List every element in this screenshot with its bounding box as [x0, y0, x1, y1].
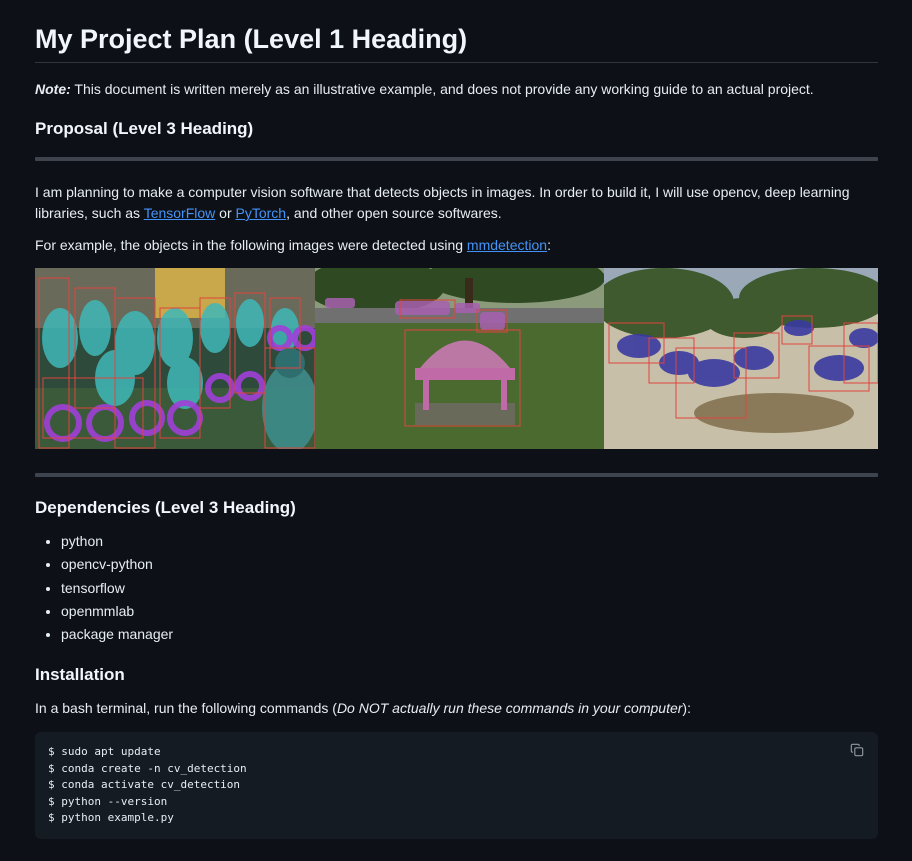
installation-intro-end: ):	[682, 700, 691, 716]
pytorch-link[interactable]: PyTorch	[236, 205, 287, 221]
horizontal-rule-2	[35, 473, 878, 477]
dependencies-heading: Dependencies (Level 3 Heading)	[35, 498, 296, 517]
installation-heading: Installation	[35, 665, 125, 684]
horizontal-rule	[35, 157, 878, 161]
dependencies-list: python opencv-python tensorflow openmmla…	[35, 531, 173, 647]
cyclists-detection-image	[35, 268, 315, 449]
example-colon: :	[547, 237, 551, 253]
example-text: For example, the objects in the followin…	[35, 237, 467, 253]
proposal-paragraph: I am planning to make a computer vision …	[35, 182, 878, 224]
code-line: $ python example.py	[48, 811, 174, 825]
code-line: $ sudo apt update	[48, 745, 161, 758]
note-label: Note:	[35, 81, 71, 97]
list-item: opencv-python	[61, 554, 173, 577]
code-line: $ conda create -n cv_detection	[48, 761, 247, 775]
mmdetection-link[interactable]: mmdetection	[467, 237, 547, 253]
bench-detection-image	[315, 268, 604, 449]
detection-examples-image	[35, 268, 878, 449]
example-paragraph: For example, the objects in the followin…	[35, 235, 878, 256]
list-item: tensorflow	[61, 578, 173, 601]
code-block[interactable]: $ sudo apt update $ conda create -n cv_d…	[35, 732, 878, 839]
list-item: python	[61, 531, 173, 554]
list-item: openmmlab	[61, 601, 173, 624]
code-line: $ python --version	[48, 794, 168, 808]
note-paragraph: Note: This document is written merely as…	[35, 79, 814, 99]
installation-warning: Do NOT actually run these commands in yo…	[336, 700, 683, 716]
proposal-heading: Proposal (Level 3 Heading)	[35, 119, 254, 138]
proposal-text-end: , and other open source softwares.	[286, 205, 502, 221]
zebras-detection-image	[604, 268, 878, 449]
copy-icon[interactable]	[850, 743, 864, 757]
note-text: This document is written merely as an il…	[70, 81, 814, 97]
proposal-text-or: or	[215, 205, 236, 221]
installation-intro: In a bash terminal, run the following co…	[35, 698, 878, 719]
code-line: $ conda activate cv_detection	[48, 778, 241, 792]
installation-intro-text: In a bash terminal, run the following co…	[35, 700, 337, 716]
list-item: package manager	[61, 624, 173, 647]
tensorflow-link[interactable]: TensorFlow	[144, 205, 216, 221]
page-title: My Project Plan (Level 1 Heading)	[35, 20, 878, 63]
